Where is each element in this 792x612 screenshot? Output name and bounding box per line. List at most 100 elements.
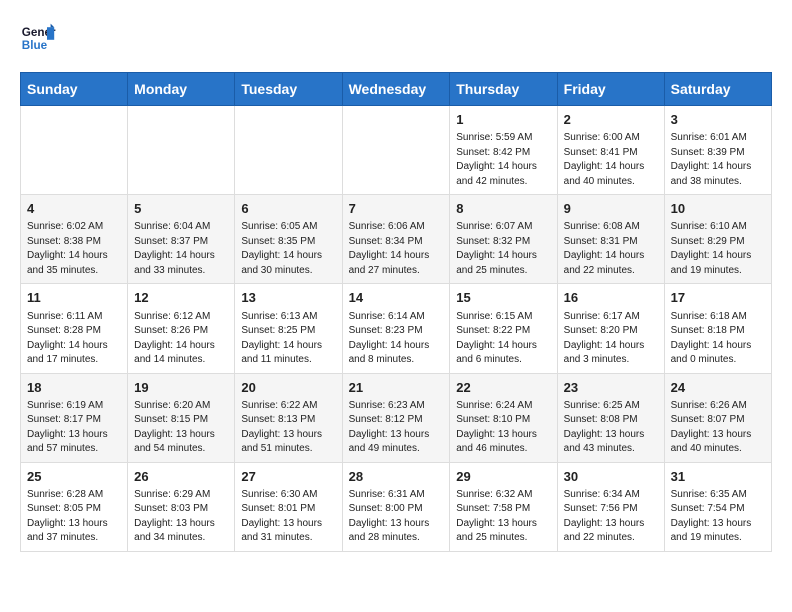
calendar-cell: 15 Sunrise: 6:15 AM Sunset: 8:22 PM Dayli… [450, 284, 557, 373]
calendar-cell: 23 Sunrise: 6:25 AM Sunset: 8:08 PM Dayli… [557, 373, 664, 462]
day-number: 23 [564, 379, 658, 397]
cell-info: Sunrise: 6:26 AM Sunset: 8:07 PM Dayligh… [671, 399, 765, 457]
calendar-week-row: 18 Sunrise: 6:19 AM Sunset: 8:17 PM Dayli… [21, 373, 772, 462]
calendar-cell: 20 Sunrise: 6:22 AM Sunset: 8:13 PM Dayli… [235, 373, 342, 462]
day-number: 14 [349, 289, 444, 307]
day-number: 22 [456, 379, 550, 397]
day-number: 19 [134, 379, 228, 397]
cell-info: Sunrise: 6:14 AM Sunset: 8:23 PM Dayligh… [349, 310, 444, 368]
day-number: 26 [134, 468, 228, 486]
cell-info: Sunrise: 6:22 AM Sunset: 8:13 PM Dayligh… [241, 399, 335, 457]
calendar-cell: 12 Sunrise: 6:12 AM Sunset: 8:26 PM Dayli… [128, 284, 235, 373]
calendar-cell: 28 Sunrise: 6:31 AM Sunset: 8:00 PM Dayli… [342, 462, 450, 551]
cell-info: Sunrise: 6:01 AM Sunset: 8:39 PM Dayligh… [671, 131, 765, 189]
day-of-week-header: Thursday [450, 73, 557, 106]
cell-info: Sunrise: 6:23 AM Sunset: 8:12 PM Dayligh… [349, 399, 444, 457]
calendar-cell: 30 Sunrise: 6:34 AM Sunset: 7:56 PM Dayli… [557, 462, 664, 551]
calendar-week-row: 25 Sunrise: 6:28 AM Sunset: 8:05 PM Dayli… [21, 462, 772, 551]
calendar-cell: 5 Sunrise: 6:04 AM Sunset: 8:37 PM Daylig… [128, 195, 235, 284]
day-number: 16 [564, 289, 658, 307]
calendar-cell [128, 106, 235, 195]
calendar: SundayMondayTuesdayWednesdayThursdayFrid… [20, 72, 772, 552]
calendar-cell [21, 106, 128, 195]
calendar-cell: 22 Sunrise: 6:24 AM Sunset: 8:10 PM Dayli… [450, 373, 557, 462]
day-number: 27 [241, 468, 335, 486]
day-number: 25 [27, 468, 121, 486]
day-number: 8 [456, 200, 550, 218]
day-of-week-header: Friday [557, 73, 664, 106]
cell-info: Sunrise: 5:59 AM Sunset: 8:42 PM Dayligh… [456, 131, 550, 189]
calendar-cell: 14 Sunrise: 6:14 AM Sunset: 8:23 PM Dayli… [342, 284, 450, 373]
calendar-cell: 11 Sunrise: 6:11 AM Sunset: 8:28 PM Dayli… [21, 284, 128, 373]
cell-info: Sunrise: 6:20 AM Sunset: 8:15 PM Dayligh… [134, 399, 228, 457]
calendar-cell: 2Sunrise: 6:00 AM Sunset: 8:41 PM Daylig… [557, 106, 664, 195]
day-number: 30 [564, 468, 658, 486]
cell-info: Sunrise: 6:15 AM Sunset: 8:22 PM Dayligh… [456, 310, 550, 368]
day-number: 6 [241, 200, 335, 218]
calendar-cell: 10 Sunrise: 6:10 AM Sunset: 8:29 PM Dayli… [664, 195, 771, 284]
calendar-cell: 31Sunrise: 6:35 AM Sunset: 7:54 PM Dayli… [664, 462, 771, 551]
cell-info: Sunrise: 6:02 AM Sunset: 8:38 PM Dayligh… [27, 220, 121, 278]
day-number: 10 [671, 200, 765, 218]
calendar-cell: 18 Sunrise: 6:19 AM Sunset: 8:17 PM Dayli… [21, 373, 128, 462]
day-of-week-header: Tuesday [235, 73, 342, 106]
cell-info: Sunrise: 6:04 AM Sunset: 8:37 PM Dayligh… [134, 220, 228, 278]
day-number: 21 [349, 379, 444, 397]
cell-info: Sunrise: 6:10 AM Sunset: 8:29 PM Dayligh… [671, 220, 765, 278]
day-number: 2 [564, 111, 658, 129]
calendar-cell: 27 Sunrise: 6:30 AM Sunset: 8:01 PM Dayli… [235, 462, 342, 551]
day-number: 28 [349, 468, 444, 486]
day-number: 31 [671, 468, 765, 486]
calendar-cell [235, 106, 342, 195]
day-number: 20 [241, 379, 335, 397]
svg-text:Blue: Blue [22, 39, 48, 52]
day-number: 18 [27, 379, 121, 397]
day-number: 29 [456, 468, 550, 486]
calendar-cell: 26 Sunrise: 6:29 AM Sunset: 8:03 PM Dayli… [128, 462, 235, 551]
cell-info: Sunrise: 6:34 AM Sunset: 7:56 PM Dayligh… [564, 488, 658, 546]
day-number: 5 [134, 200, 228, 218]
day-number: 17 [671, 289, 765, 307]
day-number: 4 [27, 200, 121, 218]
calendar-cell: 9 Sunrise: 6:08 AM Sunset: 8:31 PM Daylig… [557, 195, 664, 284]
cell-info: Sunrise: 6:29 AM Sunset: 8:03 PM Dayligh… [134, 488, 228, 546]
day-number: 24 [671, 379, 765, 397]
header: General Blue [20, 20, 772, 56]
day-number: 15 [456, 289, 550, 307]
cell-info: Sunrise: 6:25 AM Sunset: 8:08 PM Dayligh… [564, 399, 658, 457]
logo: General Blue [20, 20, 56, 56]
logo-icon: General Blue [20, 20, 56, 56]
calendar-cell: 8Sunrise: 6:07 AM Sunset: 8:32 PM Daylig… [450, 195, 557, 284]
cell-info: Sunrise: 6:12 AM Sunset: 8:26 PM Dayligh… [134, 310, 228, 368]
day-number: 3 [671, 111, 765, 129]
cell-info: Sunrise: 6:11 AM Sunset: 8:28 PM Dayligh… [27, 310, 121, 368]
cell-info: Sunrise: 6:19 AM Sunset: 8:17 PM Dayligh… [27, 399, 121, 457]
calendar-cell: 17Sunrise: 6:18 AM Sunset: 8:18 PM Dayli… [664, 284, 771, 373]
calendar-week-row: 1 Sunrise: 5:59 AM Sunset: 8:42 PM Daylig… [21, 106, 772, 195]
cell-info: Sunrise: 6:08 AM Sunset: 8:31 PM Dayligh… [564, 220, 658, 278]
cell-info: Sunrise: 6:13 AM Sunset: 8:25 PM Dayligh… [241, 310, 335, 368]
day-number: 12 [134, 289, 228, 307]
calendar-week-row: 11 Sunrise: 6:11 AM Sunset: 8:28 PM Dayli… [21, 284, 772, 373]
calendar-cell: 6Sunrise: 6:05 AM Sunset: 8:35 PM Daylig… [235, 195, 342, 284]
cell-info: Sunrise: 6:31 AM Sunset: 8:00 PM Dayligh… [349, 488, 444, 546]
day-number: 1 [456, 111, 550, 129]
calendar-cell [342, 106, 450, 195]
day-number: 9 [564, 200, 658, 218]
day-number: 7 [349, 200, 444, 218]
calendar-cell: 7 Sunrise: 6:06 AM Sunset: 8:34 PM Daylig… [342, 195, 450, 284]
day-of-week-header: Monday [128, 73, 235, 106]
day-of-week-header: Saturday [664, 73, 771, 106]
calendar-cell: 19 Sunrise: 6:20 AM Sunset: 8:15 PM Dayli… [128, 373, 235, 462]
cell-info: Sunrise: 6:32 AM Sunset: 7:58 PM Dayligh… [456, 488, 550, 546]
cell-info: Sunrise: 6:17 AM Sunset: 8:20 PM Dayligh… [564, 310, 658, 368]
calendar-cell: 21 Sunrise: 6:23 AM Sunset: 8:12 PM Dayli… [342, 373, 450, 462]
cell-info: Sunrise: 6:06 AM Sunset: 8:34 PM Dayligh… [349, 220, 444, 278]
cell-info: Sunrise: 6:24 AM Sunset: 8:10 PM Dayligh… [456, 399, 550, 457]
cell-info: Sunrise: 6:30 AM Sunset: 8:01 PM Dayligh… [241, 488, 335, 546]
day-number: 11 [27, 289, 121, 307]
day-number: 13 [241, 289, 335, 307]
calendar-cell: 16 Sunrise: 6:17 AM Sunset: 8:20 PM Dayli… [557, 284, 664, 373]
calendar-cell: 4 Sunrise: 6:02 AM Sunset: 8:38 PM Daylig… [21, 195, 128, 284]
cell-info: Sunrise: 6:28 AM Sunset: 8:05 PM Dayligh… [27, 488, 121, 546]
